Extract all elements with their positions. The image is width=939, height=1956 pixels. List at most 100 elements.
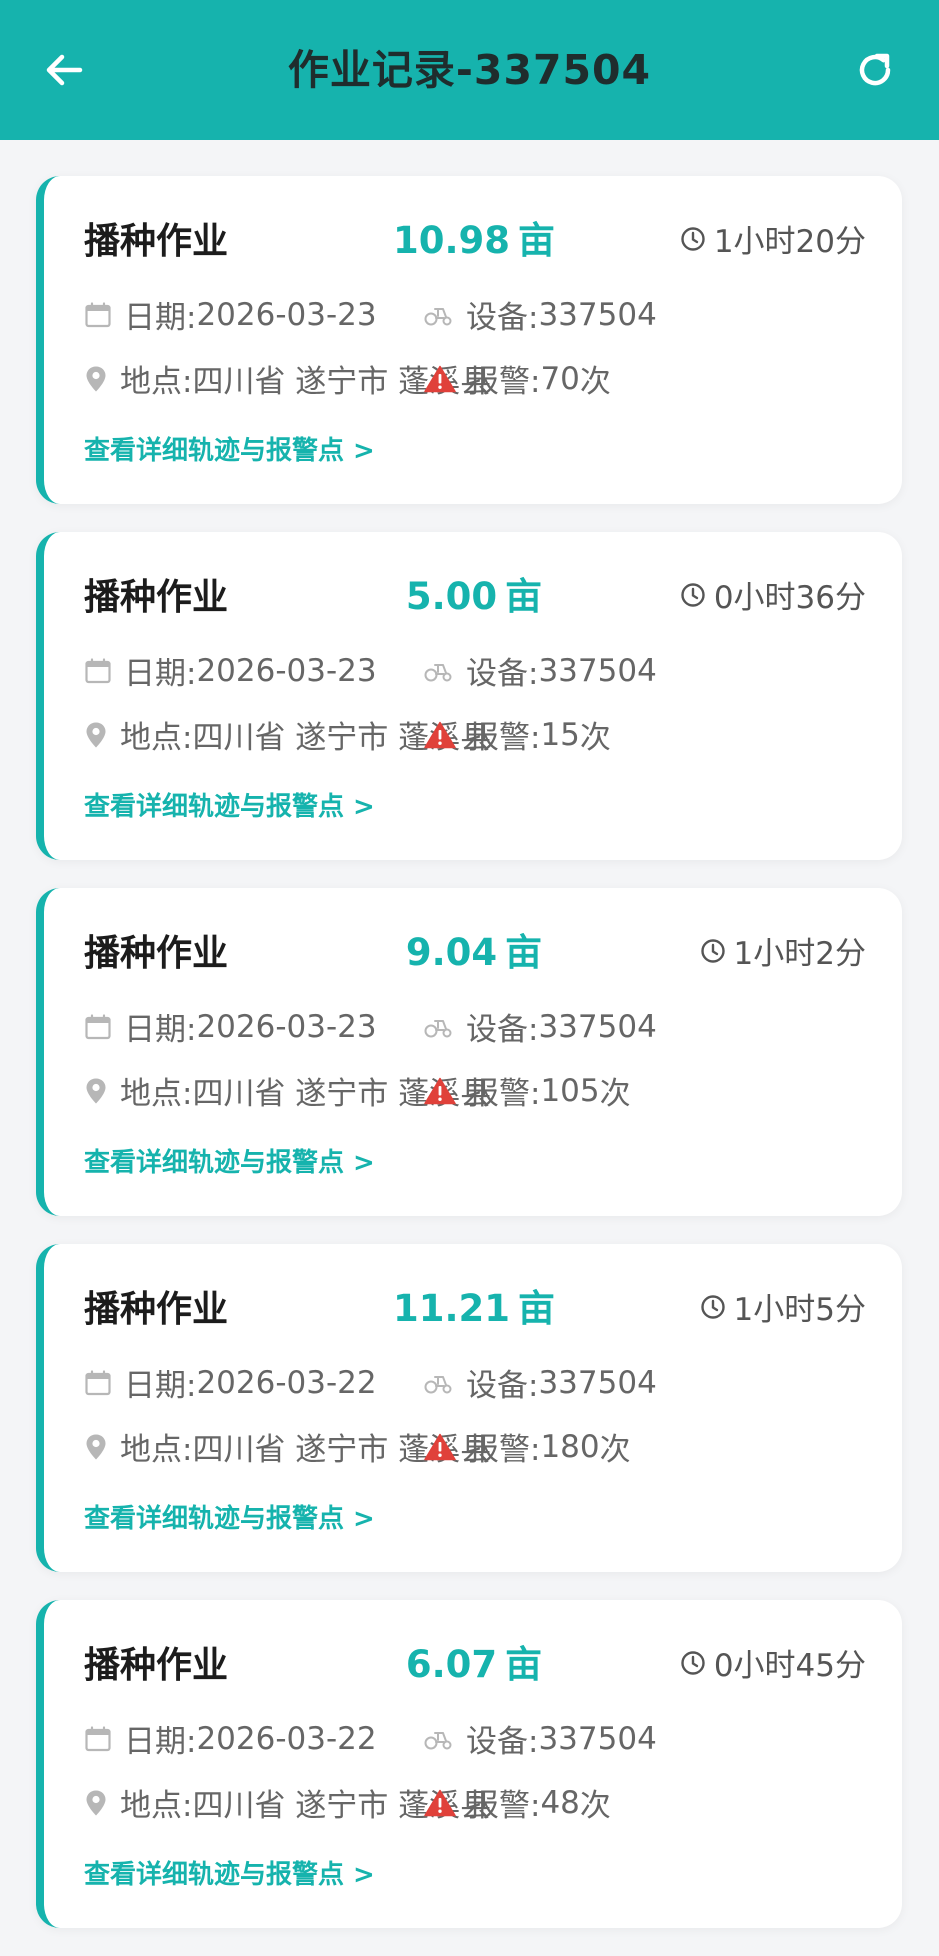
warning-icon [424, 365, 456, 393]
record-card[interactable]: 播种作业 9.04 亩 1小时2分 日期: 2026-03-23 设备: 337… [36, 888, 902, 1216]
area-unit: 亩 [505, 931, 543, 974]
location-label: 地点: [120, 720, 193, 756]
device-label: 设备: [466, 656, 539, 692]
alarm-unit: 次 [579, 1788, 611, 1824]
alarm-count: 15 [540, 716, 580, 753]
location-label: 地点: [120, 364, 193, 400]
record-type: 播种作业 [84, 1645, 229, 1686]
record-duration: 1小时20分 [680, 216, 866, 261]
alarm-label: 报警: [468, 1788, 541, 1824]
clock-icon [680, 1650, 706, 1676]
record-device: 设备: 337504 [424, 648, 657, 693]
record-location: 地点: 四川省 遂宁市 蓬溪县 [84, 712, 491, 757]
alarm-unit: 次 [599, 1076, 631, 1112]
record-row-date-device: 日期: 2026-03-23 设备: 337504 [84, 1004, 657, 1049]
location-label: 地点: [120, 1788, 193, 1824]
refresh-icon [859, 53, 891, 86]
duration-value: 1小时5分 [733, 1292, 866, 1328]
record-row-location-alarm: 地点: 四川省 遂宁市 蓬溪县 报警: 48 次 [84, 1780, 611, 1825]
record-row-location-alarm: 地点: 四川省 遂宁市 蓬溪县 报警: 180 次 [84, 1424, 631, 1469]
record-location: 地点: 四川省 遂宁市 蓬溪县 [84, 356, 491, 401]
record-alarm: 报警: 70 次 [424, 356, 611, 401]
record-card[interactable]: 播种作业 5.00 亩 0小时36分 日期: 2026-03-23 设备: 33… [36, 532, 902, 860]
warning-icon [424, 1433, 456, 1461]
area-value: 6.07 [405, 1643, 498, 1686]
refresh-button[interactable] [845, 40, 905, 100]
alarm-count: 48 [540, 1784, 580, 1821]
area-unit: 亩 [518, 1287, 556, 1330]
tractor-icon [424, 1015, 454, 1039]
alarm-label: 报警: [468, 364, 541, 400]
record-date: 日期: 2026-03-23 [84, 648, 424, 693]
tractor-icon [424, 659, 454, 683]
record-type: 播种作业 [84, 933, 229, 974]
view-track-link[interactable]: 查看详细轨迹与报警点 > [84, 430, 375, 467]
clock-icon [700, 938, 726, 964]
warning-icon [424, 1077, 456, 1105]
record-card[interactable]: 播种作业 10.98 亩 1小时20分 日期: 2026-03-23 设备: 3… [36, 176, 902, 504]
record-row-date-device: 日期: 2026-03-23 设备: 337504 [84, 648, 657, 693]
record-area: 6.07 亩 [344, 1634, 604, 1688]
device-label: 设备: [466, 1724, 539, 1760]
map-pin-icon [84, 721, 108, 749]
record-type: 播种作业 [84, 577, 229, 618]
record-card[interactable]: 播种作业 11.21 亩 1小时5分 日期: 2026-03-22 设备: 33… [36, 1244, 902, 1572]
top-bar: 作业记录-337504 [0, 0, 939, 140]
device-value: 337504 [538, 1720, 657, 1757]
area-value: 5.00 [405, 575, 498, 618]
view-track-link[interactable]: 查看详细轨迹与报警点 > [84, 1854, 375, 1891]
record-duration: 1小时5分 [700, 1284, 866, 1329]
record-card[interactable]: 播种作业 6.07 亩 0小时45分 日期: 2026-03-22 设备: 33… [36, 1600, 902, 1928]
device-label: 设备: [466, 1368, 539, 1404]
view-track-link[interactable]: 查看详细轨迹与报警点 > [84, 1142, 375, 1179]
map-pin-icon [84, 1433, 108, 1461]
location-label: 地点: [120, 1076, 193, 1112]
record-location: 地点: 四川省 遂宁市 蓬溪县 [84, 1424, 491, 1469]
clock-icon [680, 226, 706, 252]
date-value: 2026-03-22 [196, 1364, 377, 1401]
alarm-unit: 次 [579, 720, 611, 756]
clock-icon [700, 1294, 726, 1320]
device-value: 337504 [538, 296, 657, 333]
alarm-label: 报警: [468, 1076, 541, 1112]
record-duration: 0小时36分 [680, 572, 866, 617]
record-alarm: 报警: 48 次 [424, 1780, 611, 1825]
alarm-count: 105 [540, 1072, 600, 1109]
record-date: 日期: 2026-03-22 [84, 1360, 424, 1405]
area-unit: 亩 [518, 219, 556, 262]
record-duration: 0小时45分 [680, 1640, 866, 1685]
tractor-icon [424, 1371, 454, 1395]
view-track-link[interactable]: 查看详细轨迹与报警点 > [84, 786, 375, 823]
record-date: 日期: 2026-03-23 [84, 292, 424, 337]
duration-value: 0小时36分 [713, 580, 866, 616]
record-date: 日期: 2026-03-22 [84, 1716, 424, 1761]
warning-icon [424, 1789, 456, 1817]
date-value: 2026-03-23 [196, 1008, 377, 1045]
date-label: 日期: [124, 300, 197, 336]
tractor-icon [424, 303, 454, 327]
warning-icon [424, 721, 456, 749]
page-title: 作业记录-337504 [287, 46, 652, 94]
duration-value: 0小时45分 [713, 1648, 866, 1684]
device-label: 设备: [466, 300, 539, 336]
record-row-location-alarm: 地点: 四川省 遂宁市 蓬溪县 报警: 105 次 [84, 1068, 631, 1113]
record-device: 设备: 337504 [424, 1004, 657, 1049]
alarm-count: 70 [540, 360, 580, 397]
record-area: 10.98 亩 [344, 210, 604, 264]
map-pin-icon [84, 1789, 108, 1817]
duration-value: 1小时20分 [713, 224, 866, 260]
area-value: 11.21 [392, 1287, 511, 1330]
date-label: 日期: [124, 1368, 197, 1404]
duration-value: 1小时2分 [733, 936, 866, 972]
date-label: 日期: [124, 1012, 197, 1048]
calendar-icon [84, 1369, 112, 1397]
device-label: 设备: [466, 1012, 539, 1048]
record-row-location-alarm: 地点: 四川省 遂宁市 蓬溪县 报警: 15 次 [84, 712, 611, 757]
record-alarm: 报警: 15 次 [424, 712, 611, 757]
record-device: 设备: 337504 [424, 1360, 657, 1405]
view-track-link[interactable]: 查看详细轨迹与报警点 > [84, 1498, 375, 1535]
record-row-date-device: 日期: 2026-03-22 设备: 337504 [84, 1360, 657, 1405]
device-value: 337504 [538, 1364, 657, 1401]
alarm-count: 180 [540, 1428, 600, 1465]
clock-icon [680, 582, 706, 608]
